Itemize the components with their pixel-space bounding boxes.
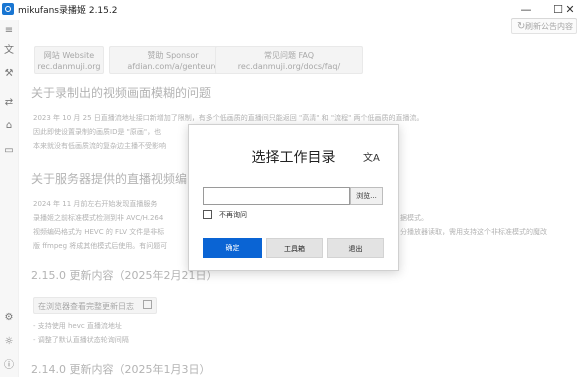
workdir-path-input[interactable]: [203, 187, 350, 205]
list-icon[interactable]: ≡: [3, 25, 15, 37]
ok-button[interactable]: 确定: [203, 238, 262, 258]
archive-icon[interactable]: ▭: [3, 145, 15, 157]
select-workdir-dialog: 选择工作目录 文A 浏览... 不再询问 确定 工具箱 退出: [188, 124, 399, 271]
tag-icon[interactable]: ⌂: [3, 120, 15, 132]
sidebar: ≡ 文 ⚒ ⇄ ⌂ ▭ ⚙ ☼ ⓘ: [0, 20, 19, 377]
minimize-button[interactable]: —: [508, 0, 544, 20]
window-title: mikufans录播姬 2.15.2: [18, 6, 118, 16]
app-logo-icon: [2, 3, 14, 15]
no-ask-label: 不再询问: [219, 211, 247, 219]
exit-button[interactable]: 退出: [327, 238, 384, 258]
bug-icon[interactable]: ☼: [3, 336, 15, 348]
sync-icon[interactable]: ⇄: [3, 97, 15, 109]
close-button[interactable]: ✕: [560, 0, 580, 20]
language-icon[interactable]: 文A: [363, 149, 380, 164]
wrench-icon[interactable]: ⚒: [3, 68, 15, 80]
settings-icon[interactable]: ⚙: [3, 312, 15, 324]
toolbox-button[interactable]: 工具箱: [266, 238, 323, 258]
info-icon[interactable]: ⓘ: [3, 360, 15, 372]
no-ask-checkbox[interactable]: [203, 210, 212, 219]
browse-button[interactable]: 浏览...: [350, 187, 383, 205]
translate-icon[interactable]: 文: [3, 45, 15, 57]
title-bar: mikufans录播姬 2.15.2 — ☐ ✕: [0, 0, 580, 20]
